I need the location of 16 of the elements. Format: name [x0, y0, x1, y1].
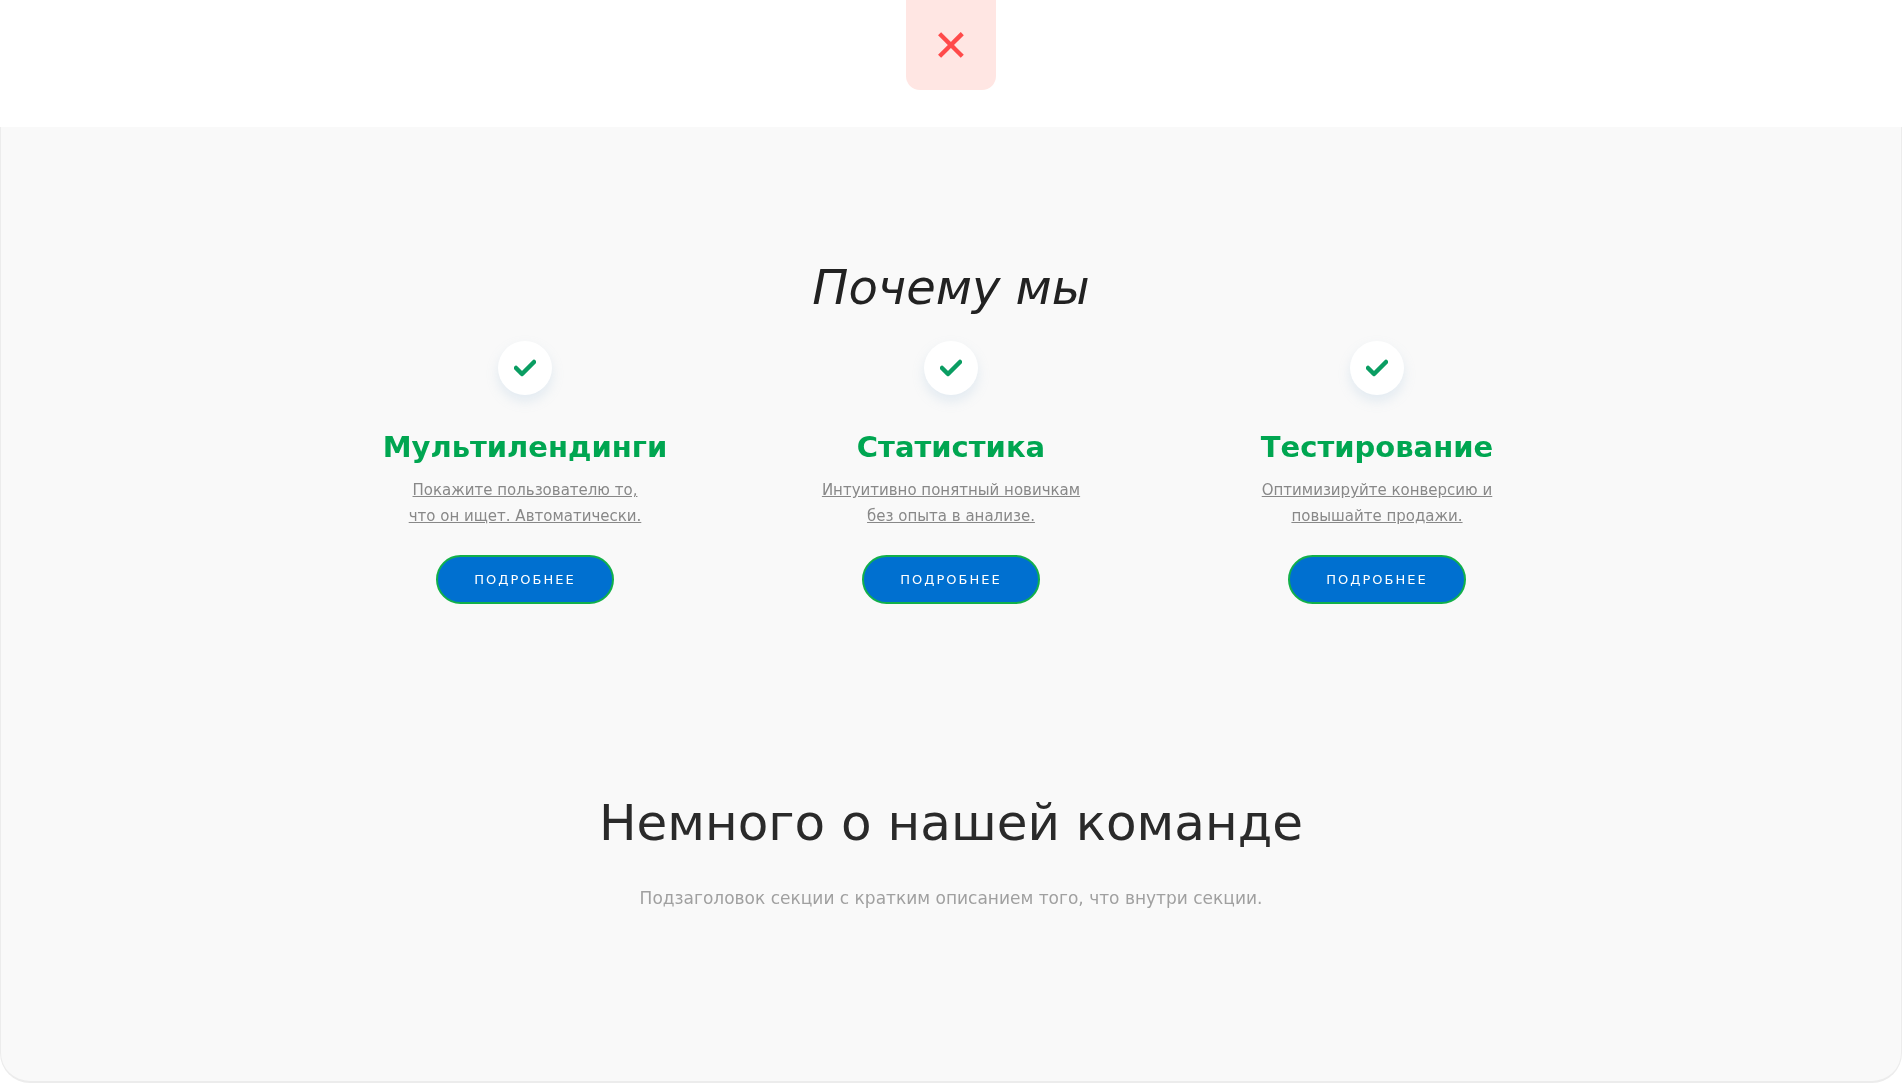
section-title: Немного о нашей команде — [599, 793, 1303, 854]
checkmark-icon — [514, 359, 536, 377]
feature-description: Покажите пользователю то, что он ищет. Автоматически. — [408, 480, 642, 527]
feature-title: Тестирование — [1260, 429, 1494, 465]
feature-description: Интуитивно понятный новичкам без опыта в анализе. — [821, 480, 1081, 527]
more-button[interactable]: ПОДРОБНЕЕ — [862, 555, 1040, 604]
close-button[interactable]: ✕ — [906, 0, 996, 90]
more-button[interactable]: ПОДРОБНЕЕ — [1288, 555, 1466, 604]
checkmark-icon — [1366, 359, 1388, 377]
section-title: Почему мы — [812, 258, 1090, 317]
feature-title: Мультилендинги — [382, 429, 668, 465]
feature-description: Оптимизируйте конверсию и повышайте продажи. — [1261, 480, 1493, 527]
more-button[interactable]: ПОДРОБНЕЕ — [436, 555, 614, 604]
section-subtitle: Подзаголовок секции с кратким описанием того, что внутри секции. — [639, 888, 1263, 908]
checkmark-icon — [940, 359, 962, 377]
feature-title: Статистика — [856, 429, 1046, 465]
